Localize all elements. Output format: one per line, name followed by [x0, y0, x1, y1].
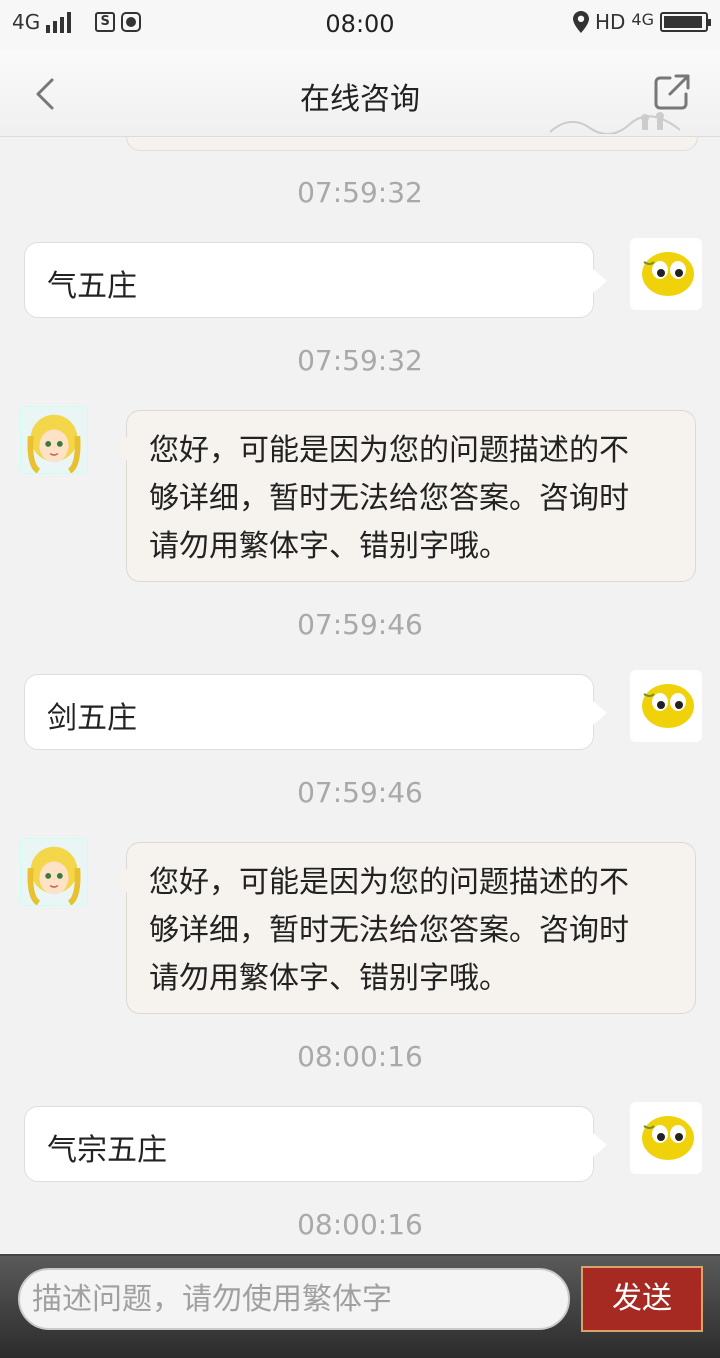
ink-landscape-decoration — [550, 112, 680, 134]
message-line: 您好，可能是因为您的问题描述的不 — [149, 865, 629, 900]
message-text: 气五庄 — [47, 269, 137, 304]
previous-message-bubble — [126, 136, 698, 151]
status-bar: 4G S 08:00 HD 4G — [0, 0, 720, 50]
message-timestamp: 07:59:46 — [297, 776, 423, 809]
chat-message-list[interactable]: 07:59:32 气五庄 07:59:32 您好，可能是因为您的问题描述的不 够… — [0, 136, 720, 1254]
user-avatar-emoji-icon[interactable] — [630, 238, 702, 310]
message-composer: 发送 — [0, 1254, 720, 1358]
user-avatar-emoji-icon[interactable] — [630, 1102, 702, 1174]
location-icon — [572, 11, 589, 33]
send-button[interactable]: 发送 — [581, 1266, 703, 1332]
network-gen-label: 4G — [631, 9, 654, 29]
message-timestamp: 07:59:32 — [297, 344, 423, 377]
message-line: 请勿用繁体字、错别字哦。 — [149, 529, 509, 564]
message-timestamp: 08:00:16 — [297, 1208, 423, 1241]
message-input[interactable] — [18, 1268, 570, 1330]
message-text: 剑五庄 — [47, 701, 137, 736]
user-avatar-emoji-icon[interactable] — [630, 670, 702, 742]
status-right: HD 4G — [572, 9, 711, 34]
message-timestamp: 07:59:32 — [297, 176, 423, 209]
user-message-bubble: 气宗五庄 — [24, 1106, 607, 1182]
hd-label: HD — [594, 10, 626, 34]
message-timestamp: 08:00:16 — [297, 1040, 423, 1073]
battery-icon — [660, 12, 711, 32]
message-line: 您好，可能是因为您的问题描述的不 — [149, 433, 629, 468]
nav-bar: 在线咨询 — [0, 50, 720, 137]
message-line: 够详细，暂时无法给您答案。咨询时 — [149, 481, 629, 516]
message-text: 气宗五庄 — [47, 1133, 167, 1168]
assistant-message-bubble: 您好，可能是因为您的问题描述的不 够详细，暂时无法给您答案。咨询时 请勿用繁体字… — [113, 410, 696, 582]
message-line: 够详细，暂时无法给您答案。咨询时 — [149, 913, 629, 948]
user-message-bubble: 气五庄 — [24, 242, 607, 318]
message-line: 请勿用繁体字、错别字哦。 — [149, 961, 509, 996]
assistant-avatar-icon[interactable] — [20, 406, 88, 474]
user-message-bubble: 剑五庄 — [24, 674, 607, 750]
assistant-message-bubble: 您好，可能是因为您的问题描述的不 够详细，暂时无法给您答案。咨询时 请勿用繁体字… — [113, 842, 696, 1014]
message-timestamp: 07:59:46 — [297, 608, 423, 641]
assistant-avatar-icon[interactable] — [20, 838, 88, 906]
